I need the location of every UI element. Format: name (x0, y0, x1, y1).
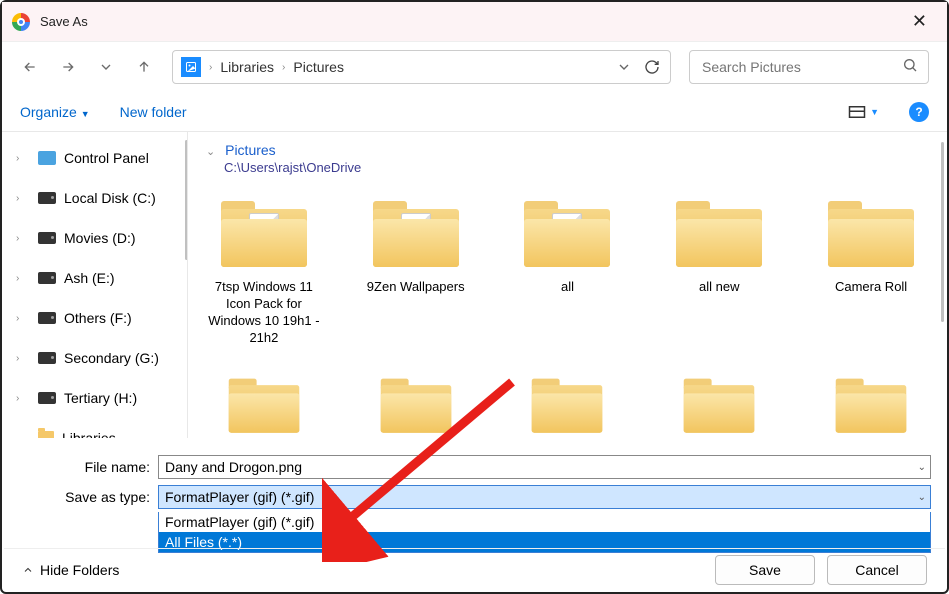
view-button[interactable]: ▼ (848, 105, 879, 119)
folder-label: Camera Roll (835, 279, 907, 296)
tree-item[interactable]: › Others (F:) (2, 298, 187, 338)
hide-folders-label: Hide Folders (40, 562, 119, 578)
savetype-dropdown-list: FormatPlayer (gif) (*.gif) All Files (*.… (158, 512, 931, 553)
library-icon (38, 431, 54, 438)
tree-item-label: Ash (E:) (64, 270, 115, 286)
folder-icon (221, 197, 307, 267)
folder-item[interactable] (510, 369, 626, 438)
cancel-button[interactable]: Cancel (827, 555, 927, 585)
chevron-icon[interactable]: › (16, 233, 19, 244)
breadcrumb-pictures[interactable]: Pictures (293, 59, 344, 75)
organize-menu[interactable]: Organize ▼ (20, 104, 90, 120)
folder-item[interactable]: all new (661, 197, 777, 347)
chevron-icon[interactable]: › (16, 153, 19, 164)
savetype-combo[interactable]: FormatPlayer (gif) (*.gif) ⌄ (158, 485, 931, 509)
tree-item[interactable]: › Secondary (G:) (2, 338, 187, 378)
window-title: Save As (40, 14, 88, 29)
help-button[interactable]: ? (909, 102, 929, 122)
collapse-icon[interactable]: ⌄ (206, 146, 215, 158)
new-folder-button[interactable]: New folder (120, 104, 187, 120)
tree-item[interactable]: ⌄ Libraries (2, 418, 187, 438)
tree-item[interactable]: › Movies (D:) (2, 218, 187, 258)
tree-item-label: Libraries (62, 430, 116, 438)
location-name[interactable]: Pictures (225, 142, 276, 158)
filename-label: File name: (18, 459, 158, 475)
drive-icon (38, 232, 56, 244)
folder-item[interactable]: 7tsp Windows 11 Icon Pack for Windows 10… (206, 197, 322, 347)
drive-icon (38, 272, 56, 284)
drive-icon (38, 192, 56, 204)
control-panel-icon (38, 151, 56, 165)
folder-item[interactable]: Camera Roll (813, 197, 929, 347)
forward-button[interactable] (58, 57, 78, 77)
folder-icon (828, 197, 914, 267)
refresh-button[interactable] (642, 57, 662, 77)
folder-label: all (561, 279, 574, 296)
content-scrollbar[interactable] (941, 142, 944, 322)
up-button[interactable] (134, 57, 154, 77)
tree-item-label: Tertiary (H:) (64, 390, 137, 406)
folder-item[interactable] (206, 369, 322, 438)
filename-input[interactable]: Dany and Drogon.png ⌄ (158, 455, 931, 479)
folder-icon (684, 375, 755, 432)
folder-label: all new (699, 279, 739, 296)
breadcrumb-sep: › (209, 62, 212, 73)
tree-item[interactable]: › Ash (E:) (2, 258, 187, 298)
chevron-icon[interactable]: › (16, 393, 19, 404)
folder-tree: › Control Panel › Local Disk (C:) › Movies (D… (2, 132, 188, 438)
filename-dropdown-icon[interactable]: ⌄ (918, 462, 926, 473)
filename-value: Dany and Drogon.png (165, 459, 302, 475)
location-path: C:\Users\rajst\OneDrive (224, 160, 929, 175)
tree-item-label: Control Panel (64, 150, 149, 166)
savetype-label: Save as type: (18, 489, 158, 505)
tree-item-label: Local Disk (C:) (64, 190, 156, 206)
folder-item[interactable] (358, 369, 474, 438)
chevron-icon[interactable]: › (16, 273, 19, 284)
tree-item[interactable]: › Local Disk (C:) (2, 178, 187, 218)
hide-folders-button[interactable]: Hide Folders (22, 562, 119, 578)
folder-label: 9Zen Wallpapers (367, 279, 465, 296)
pictures-icon (181, 57, 201, 77)
chevron-icon[interactable]: › (16, 193, 19, 204)
chevron-icon[interactable]: › (16, 353, 19, 364)
drive-icon (38, 352, 56, 364)
breadcrumb-libraries[interactable]: Libraries (220, 59, 274, 75)
address-bar[interactable]: › Libraries › Pictures (172, 50, 671, 84)
tree-item-label: Secondary (G:) (64, 350, 159, 366)
folder-item[interactable]: 9Zen Wallpapers (358, 197, 474, 347)
file-view: ⌄ Pictures C:\Users\rajst\OneDrive 7tsp … (188, 132, 947, 438)
tree-item-label: Others (F:) (64, 310, 132, 326)
chevron-icon[interactable]: ⌄ (16, 433, 24, 439)
folder-icon (676, 197, 762, 267)
folder-icon (524, 197, 610, 267)
folder-icon (229, 375, 300, 432)
tree-item[interactable]: › Control Panel (2, 138, 187, 178)
breadcrumb-sep: › (282, 62, 285, 73)
tree-item-label: Movies (D:) (64, 230, 136, 246)
search-box[interactable] (689, 50, 929, 84)
folder-item[interactable] (661, 369, 777, 438)
save-button[interactable]: Save (715, 555, 815, 585)
folder-label: 7tsp Windows 11 Icon Pack for Windows 10… (206, 279, 322, 347)
tree-item[interactable]: › Tertiary (H:) (2, 378, 187, 418)
search-input[interactable] (700, 58, 902, 76)
drive-icon (38, 312, 56, 324)
savetype-dropdown-icon[interactable]: ⌄ (918, 492, 926, 503)
chrome-icon (12, 13, 30, 31)
chevron-icon[interactable]: › (16, 313, 19, 324)
folder-icon (373, 197, 459, 267)
close-button[interactable]: ✕ (902, 7, 937, 36)
folder-icon (380, 375, 451, 432)
folder-item[interactable] (813, 369, 929, 438)
savetype-value: FormatPlayer (gif) (*.gif) (165, 489, 314, 505)
folder-icon (532, 375, 603, 432)
drive-icon (38, 392, 56, 404)
folder-icon (836, 375, 907, 432)
search-icon (902, 57, 918, 78)
recent-dropdown[interactable] (96, 57, 116, 77)
savetype-option[interactable]: FormatPlayer (gif) (*.gif) (159, 512, 930, 532)
folder-item[interactable]: all (510, 197, 626, 347)
address-dropdown[interactable] (614, 57, 634, 77)
back-button[interactable] (20, 57, 40, 77)
